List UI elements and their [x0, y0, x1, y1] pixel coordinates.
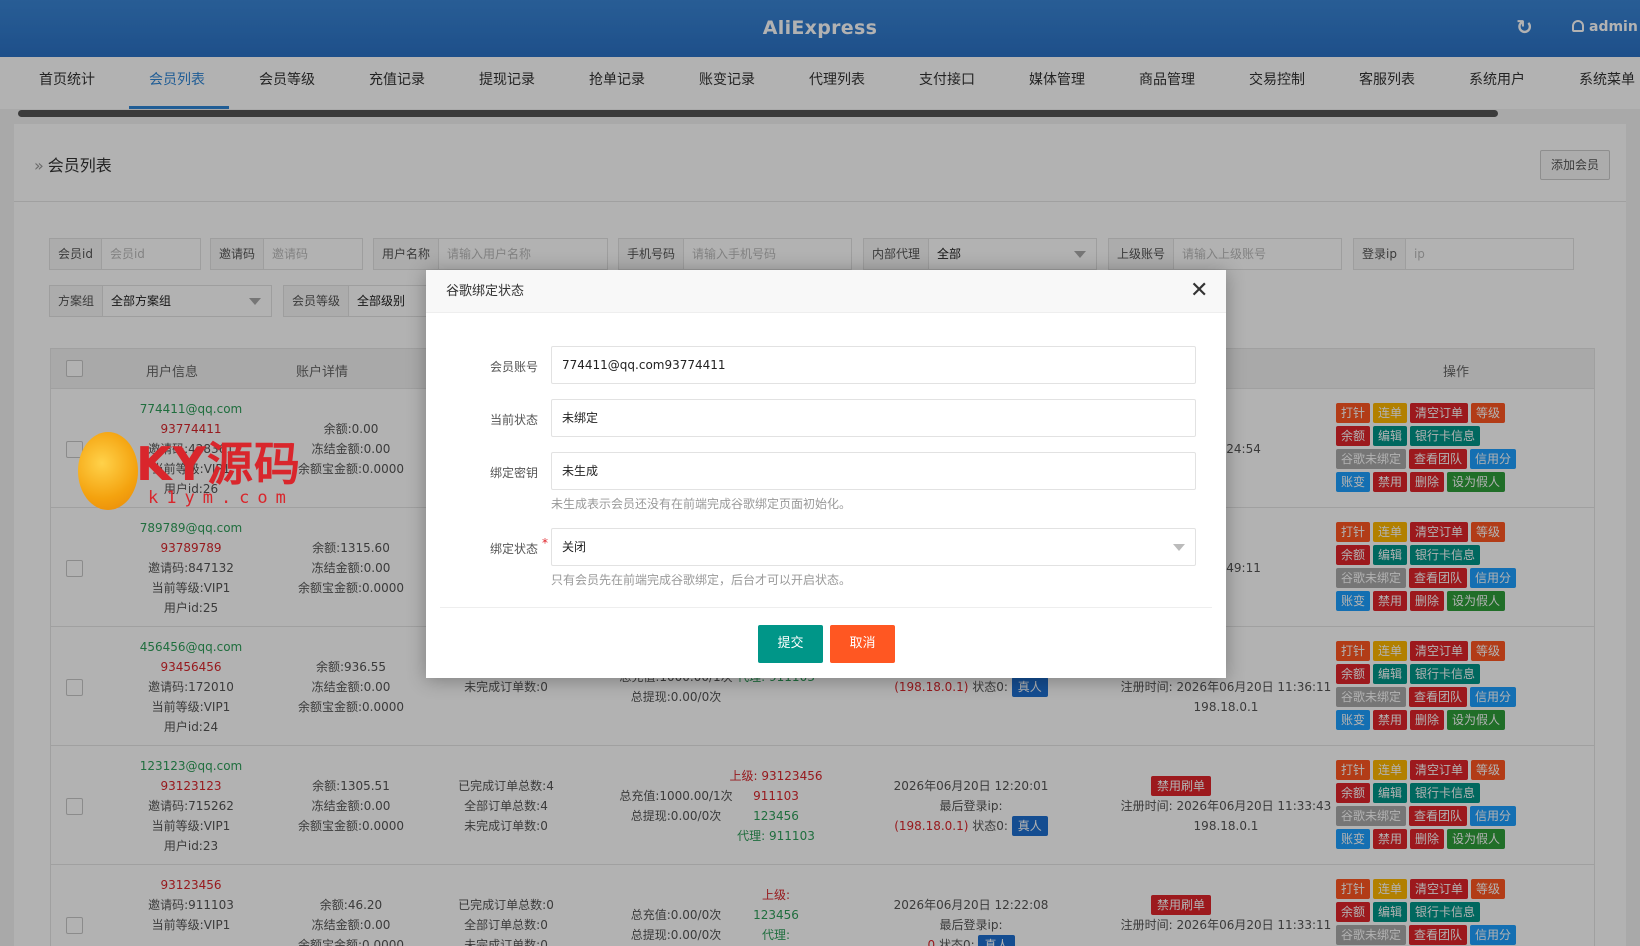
- close-icon[interactable]: ✕: [1190, 280, 1208, 302]
- modal-bind-status-label-text: 绑定状态: [489, 542, 538, 556]
- modal-current-status-input[interactable]: 未绑定: [551, 399, 1196, 437]
- google-bind-modal: 谷歌绑定状态 ✕ 会员账号 774411@qq.com93774411 当前状态…: [426, 270, 1226, 678]
- modal-bind-status-label: 绑定状态 *: [426, 536, 548, 557]
- modal-title: 谷歌绑定状态: [426, 270, 1226, 313]
- submit-button[interactable]: 提交: [758, 625, 823, 663]
- modal-account-label: 会员账号: [489, 360, 538, 374]
- modal-bind-key-label: 绑定密钥: [489, 466, 538, 480]
- watermark-logo-icon: [78, 432, 138, 510]
- modal-current-status-label: 当前状态: [489, 413, 538, 427]
- required-mark: *: [542, 536, 548, 550]
- modal-bind-status-hint: 只有会员先在前端完成谷歌绑定，后台才可以开启状态。: [551, 573, 852, 587]
- watermark-text: KY源码: [136, 437, 301, 491]
- cancel-button[interactable]: 取消: [830, 625, 895, 663]
- modal-divider: [440, 607, 1212, 608]
- modal-account-input[interactable]: 774411@qq.com93774411: [551, 346, 1196, 384]
- chevron-down-icon: [1173, 544, 1185, 551]
- modal-bind-key-hint: 未生成表示会员还没有在前端完成谷歌绑定页面初始化。: [551, 497, 852, 511]
- modal-bind-status-value: 关闭: [562, 540, 587, 554]
- watermark: KY源码 k1ym.com: [78, 428, 308, 518]
- modal-bind-status-select[interactable]: 关闭: [551, 528, 1196, 566]
- watermark-subtext: k1ym.com: [148, 488, 294, 508]
- modal-bind-key-input[interactable]: 未生成: [551, 452, 1196, 490]
